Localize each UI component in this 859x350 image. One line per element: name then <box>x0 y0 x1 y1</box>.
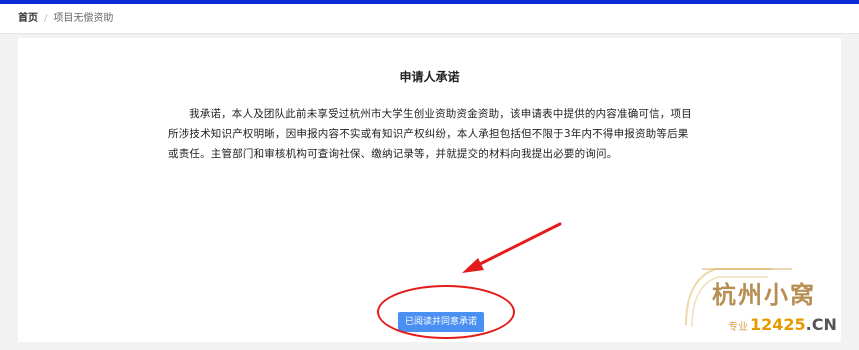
watermark-title: 杭州小窝 <box>712 280 816 309</box>
watermark-site: 专业 12425.CN <box>728 315 837 334</box>
pledge-title: 申请人承诺 <box>399 70 460 84</box>
breadcrumb-current: 项目无偿资助 <box>53 13 114 24</box>
breadcrumb-home-link[interactable]: 首页 <box>18 13 38 24</box>
pledge-body-text: 我承诺，本人及团队此前未享受过杭州市大学生创业资助资金资助，该申请表中提供的内容… <box>168 108 692 160</box>
watermark-site-tld: .CN <box>805 315 837 334</box>
watermark-logo: 杭州小窝 专业 12425.CN <box>672 255 859 346</box>
watermark-site-number: 12425 <box>750 315 806 334</box>
annotation-ellipse <box>377 285 515 339</box>
watermark-site-prefix: 专业 <box>728 322 748 333</box>
breadcrumb: 首页 / 项目无偿资助 <box>0 4 859 34</box>
breadcrumb-separator: / <box>44 13 48 24</box>
